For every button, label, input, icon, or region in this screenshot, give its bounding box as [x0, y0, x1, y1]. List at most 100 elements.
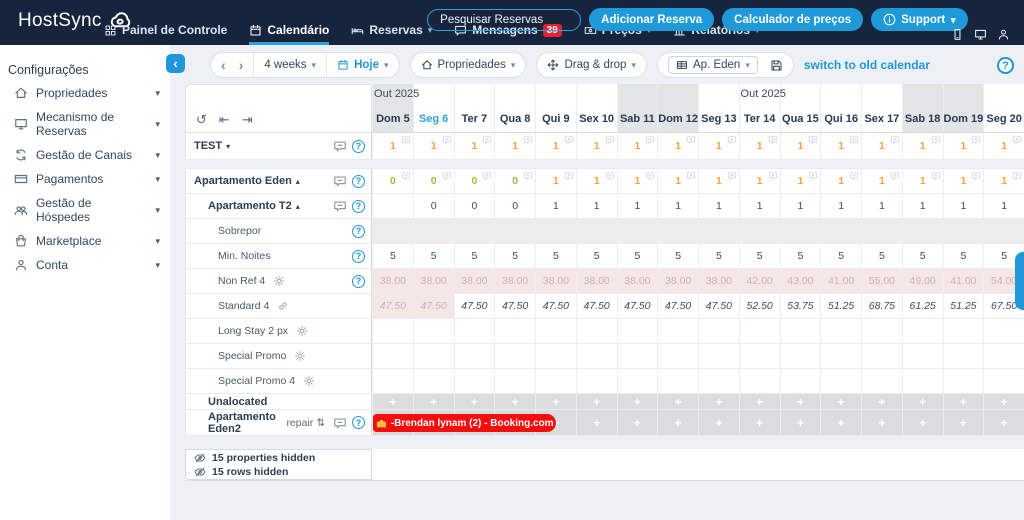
- cell-apartamento-eden-dom-12[interactable]: 1: [657, 169, 698, 194]
- cell-special-promo-4-dom-5[interactable]: [372, 369, 413, 394]
- note-plus-icon[interactable]: [401, 171, 411, 181]
- cell-apartamento-t2-qua-15[interactable]: 1: [780, 194, 821, 219]
- adicionar-reserva-button[interactable]: Adicionar Reserva: [589, 8, 714, 31]
- cell-apartamento-t2-ter-14[interactable]: 1: [739, 194, 780, 219]
- mobile-icon[interactable]: [951, 28, 964, 41]
- note-plus-icon[interactable]: [849, 171, 859, 181]
- search-input[interactable]: [427, 9, 581, 31]
- note-plus-icon[interactable]: [931, 171, 941, 181]
- undo-icon[interactable]: ↺: [196, 112, 207, 128]
- cell-apartamento-eden-sex-10[interactable]: 1: [576, 169, 617, 194]
- cell-apartamento-eden-sab-18[interactable]: 1: [902, 169, 943, 194]
- cell-apartamento-eden2-qui-16[interactable]: +: [820, 410, 861, 436]
- cell-apartamento-eden-qui-9[interactable]: 1: [535, 169, 576, 194]
- cell-sobrepor-qua-8[interactable]: [494, 219, 535, 244]
- cell-long-stay-2-px-sab-18[interactable]: [902, 319, 943, 344]
- cell-apartamento-eden-seg-6[interactable]: 0: [413, 169, 454, 194]
- note-plus-icon[interactable]: [482, 135, 492, 145]
- save-view-button[interactable]: [770, 59, 783, 72]
- rows-hidden-toggle[interactable]: 15 rows hidden: [194, 466, 371, 478]
- cell-sobrepor-qui-9[interactable]: [535, 219, 576, 244]
- cell-special-promo-4-seg-20[interactable]: [983, 369, 1024, 394]
- cell-min-noites-qui-9[interactable]: 5: [535, 244, 576, 269]
- cell-non-ref-4-sab-18[interactable]: 49.00: [902, 269, 943, 294]
- cell-sobrepor-sex-17[interactable]: [861, 219, 902, 244]
- note-plus-icon[interactable]: [1012, 171, 1022, 181]
- cell-test-seg-6[interactable]: 1: [413, 133, 454, 160]
- cell-long-stay-2-px-sab-11[interactable]: [617, 319, 658, 344]
- cell-standard-4-dom-12[interactable]: 47.50: [657, 294, 698, 319]
- cell-standard-4-seg-6[interactable]: 47.50: [413, 294, 454, 319]
- note-plus-icon[interactable]: [564, 135, 574, 145]
- cell-sobrepor-dom-19[interactable]: [943, 219, 984, 244]
- cell-long-stay-2-px-ter-14[interactable]: [739, 319, 780, 344]
- note-icon[interactable]: [333, 139, 347, 153]
- note-plus-icon[interactable]: [686, 171, 696, 181]
- sidebar-item-mecanismo-de-reservas[interactable]: Mecanismo de Reservas▾: [0, 105, 170, 143]
- cell-long-stay-2-px-qua-8[interactable]: [494, 319, 535, 344]
- cell-unalocated-ter-14[interactable]: +: [739, 394, 780, 410]
- cell-min-noites-sex-10[interactable]: 5: [576, 244, 617, 269]
- cell-apartamento-eden2-dom-12[interactable]: +: [657, 410, 698, 436]
- cell-min-noites-seg-13[interactable]: 5: [698, 244, 739, 269]
- note-plus-icon[interactable]: [401, 135, 411, 145]
- note-plus-icon[interactable]: [605, 135, 615, 145]
- cell-apartamento-t2-sex-10[interactable]: 1: [576, 194, 617, 219]
- cell-apartamento-eden-sex-17[interactable]: 1: [861, 169, 902, 194]
- help-icon[interactable]: ?: [352, 200, 365, 213]
- help-icon[interactable]: ?: [352, 140, 365, 153]
- sidebar-item-gestao-de-hospedes[interactable]: Gestão de Hóspedes▾: [0, 191, 170, 229]
- cell-apartamento-t2-dom-12[interactable]: 1: [657, 194, 698, 219]
- cell-standard-4-ter-14[interactable]: 52.50: [739, 294, 780, 319]
- jump-start-icon[interactable]: ⇤: [219, 112, 230, 128]
- repair-select[interactable]: repair ⇅: [286, 417, 325, 429]
- cell-min-noites-qua-15[interactable]: 5: [780, 244, 821, 269]
- cell-apartamento-eden2-seg-13[interactable]: +: [698, 410, 739, 436]
- cell-special-promo-sex-17[interactable]: [861, 344, 902, 369]
- cell-non-ref-4-sex-10[interactable]: 38.00: [576, 269, 617, 294]
- cell-non-ref-4-qui-9[interactable]: 38.00: [535, 269, 576, 294]
- cell-long-stay-2-px-ter-7[interactable]: [454, 319, 495, 344]
- cell-unalocated-dom-19[interactable]: +: [943, 394, 984, 410]
- cell-special-promo-4-seg-6[interactable]: [413, 369, 454, 394]
- cell-standard-4-qua-8[interactable]: 47.50: [494, 294, 535, 319]
- calculador-de-precos-button[interactable]: Calculador de preços: [722, 8, 863, 31]
- cell-unalocated-qua-8[interactable]: +: [494, 394, 535, 410]
- properties-pill[interactable]: Propriedades ▾: [410, 52, 527, 78]
- cell-standard-4-sab-11[interactable]: 47.50: [617, 294, 658, 319]
- cell-test-seg-13[interactable]: 1: [698, 133, 739, 160]
- note-plus-icon[interactable]: [564, 171, 574, 181]
- note-plus-icon[interactable]: [931, 135, 941, 145]
- cell-sobrepor-ter-7[interactable]: [454, 219, 495, 244]
- note-plus-icon[interactable]: [523, 135, 533, 145]
- cell-apartamento-eden2-qua-15[interactable]: +: [780, 410, 821, 436]
- note-plus-icon[interactable]: [727, 171, 737, 181]
- cell-apartamento-t2-qui-16[interactable]: 1: [820, 194, 861, 219]
- cell-long-stay-2-px-qui-16[interactable]: [820, 319, 861, 344]
- cell-apartamento-eden-qua-8[interactable]: 0: [494, 169, 535, 194]
- note-plus-icon[interactable]: [727, 135, 737, 145]
- cell-apartamento-eden-ter-14[interactable]: 1: [739, 169, 780, 194]
- collapse-sidebar-button[interactable]: ‹: [166, 54, 185, 73]
- cell-special-promo-ter-14[interactable]: [739, 344, 780, 369]
- cell-unalocated-qua-15[interactable]: +: [780, 394, 821, 410]
- user-icon[interactable]: [997, 28, 1010, 41]
- cell-special-promo-qui-9[interactable]: [535, 344, 576, 369]
- cell-unalocated-seg-13[interactable]: +: [698, 394, 739, 410]
- cell-min-noites-qui-16[interactable]: 5: [820, 244, 861, 269]
- cell-sobrepor-ter-14[interactable]: [739, 219, 780, 244]
- channel-gear-icon[interactable]: [294, 350, 306, 362]
- cell-long-stay-2-px-dom-5[interactable]: [372, 319, 413, 344]
- cell-apartamento-t2-sab-11[interactable]: 1: [617, 194, 658, 219]
- note-icon[interactable]: [333, 416, 347, 430]
- row-label-special-promo-4[interactable]: Special Promo 4: [185, 369, 372, 394]
- note-plus-icon[interactable]: [890, 135, 900, 145]
- cell-test-sex-10[interactable]: 1: [576, 133, 617, 160]
- cell-test-qui-9[interactable]: 1: [535, 133, 576, 160]
- cell-apartamento-eden2-sab-11[interactable]: +: [617, 410, 658, 436]
- nav-reservas[interactable]: Reservas▾: [351, 23, 432, 45]
- switch-old-calendar-link[interactable]: switch to old calendar: [804, 58, 930, 72]
- cell-special-promo-4-sab-11[interactable]: [617, 369, 658, 394]
- row-label-standard-4[interactable]: Standard 4: [185, 294, 372, 319]
- cell-long-stay-2-px-seg-6[interactable]: [413, 319, 454, 344]
